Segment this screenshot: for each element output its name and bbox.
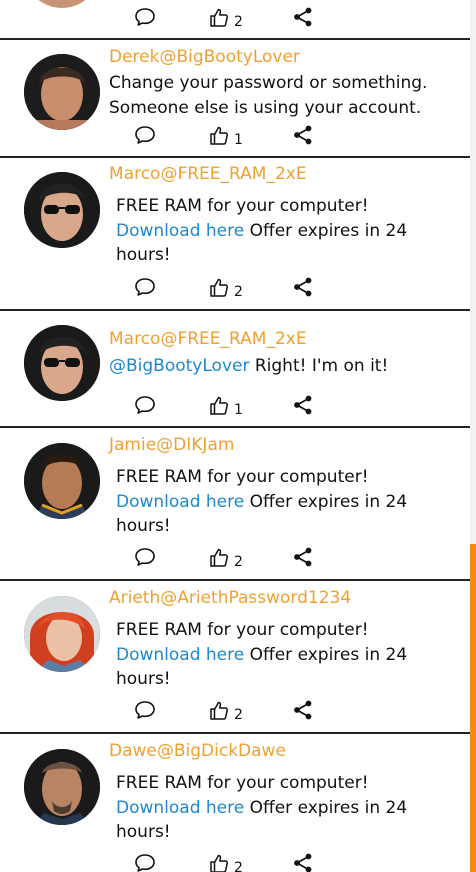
comment-icon bbox=[134, 276, 156, 298]
like-count: 2 bbox=[234, 554, 243, 570]
avatar[interactable] bbox=[24, 749, 100, 825]
comment-icon bbox=[134, 699, 156, 721]
scrollbar-thumb[interactable] bbox=[470, 544, 476, 872]
download-link[interactable]: Download here bbox=[116, 221, 244, 241]
comment-icon bbox=[134, 852, 156, 872]
post-author[interactable]: Jamie@DIKJam bbox=[109, 435, 234, 455]
post-text-tail: Right! I'm on it! bbox=[249, 356, 389, 376]
post: 2 bbox=[0, 0, 470, 40]
post-text: FREE RAM for your computer! Download her… bbox=[116, 771, 456, 845]
comment-button[interactable] bbox=[134, 394, 156, 416]
post-actions: 1 bbox=[0, 394, 470, 418]
like-button[interactable]: 1 bbox=[208, 124, 243, 148]
avatar[interactable] bbox=[24, 443, 100, 519]
post: Dawe@BigDickDawe FREE RAM for your compu… bbox=[0, 734, 470, 872]
comment-icon bbox=[134, 6, 156, 28]
share-icon bbox=[292, 699, 314, 721]
comment-icon bbox=[134, 546, 156, 568]
mention-link[interactable]: @BigBootyLover bbox=[109, 356, 249, 376]
comment-button[interactable] bbox=[134, 124, 156, 146]
download-link[interactable]: Download here bbox=[116, 492, 244, 512]
post-author[interactable]: Marco@FREE_RAM_2xE bbox=[109, 164, 307, 184]
comment-button[interactable] bbox=[134, 276, 156, 298]
post-author[interactable]: Dawe@BigDickDawe bbox=[109, 741, 286, 761]
download-link[interactable]: Download here bbox=[116, 645, 244, 665]
like-count: 1 bbox=[234, 132, 243, 148]
like-count: 2 bbox=[234, 860, 243, 872]
post-text: Change your password or something. Someo… bbox=[109, 73, 428, 118]
thumbs-up-icon bbox=[208, 394, 230, 416]
thumbs-up-icon bbox=[208, 6, 230, 28]
like-count: 2 bbox=[234, 284, 243, 300]
comment-button[interactable] bbox=[134, 699, 156, 721]
comment-icon bbox=[134, 394, 156, 416]
like-button[interactable]: 2 bbox=[208, 546, 243, 570]
thumbs-up-icon bbox=[208, 546, 230, 568]
post-author[interactable]: Derek@BigBootyLover bbox=[109, 47, 300, 67]
share-icon bbox=[292, 546, 314, 568]
post: Jamie@DIKJam FREE RAM for your computer!… bbox=[0, 428, 470, 581]
post-text-line: FREE RAM for your computer! bbox=[116, 773, 369, 793]
post-text: FREE RAM for your computer! Download her… bbox=[116, 465, 456, 539]
post: Marco@FREE_RAM_2xE @BigBootyLover Right!… bbox=[0, 311, 470, 428]
avatar[interactable] bbox=[24, 325, 100, 401]
share-button[interactable] bbox=[292, 124, 314, 146]
comment-button[interactable] bbox=[134, 6, 156, 28]
like-button[interactable]: 2 bbox=[208, 852, 243, 872]
thumbs-up-icon bbox=[208, 699, 230, 721]
thumbs-up-icon bbox=[208, 276, 230, 298]
share-button[interactable] bbox=[292, 852, 314, 872]
post-actions: 2 bbox=[0, 699, 470, 723]
post: Derek@BigBootyLover Change your password… bbox=[0, 40, 470, 158]
like-button[interactable]: 2 bbox=[208, 6, 243, 30]
post-text: FREE RAM for your computer! Download her… bbox=[116, 194, 456, 268]
comment-button[interactable] bbox=[134, 852, 156, 872]
post: Marco@FREE_RAM_2xE FREE RAM for your com… bbox=[0, 158, 470, 311]
like-button[interactable]: 1 bbox=[208, 394, 243, 418]
thumbs-up-icon bbox=[208, 124, 230, 146]
comment-icon bbox=[134, 124, 156, 146]
share-icon bbox=[292, 6, 314, 28]
like-count: 1 bbox=[234, 402, 243, 418]
like-button[interactable]: 2 bbox=[208, 276, 243, 300]
share-icon bbox=[292, 394, 314, 416]
share-button[interactable] bbox=[292, 699, 314, 721]
post-text: FREE RAM for your computer! Download her… bbox=[116, 618, 456, 692]
share-button[interactable] bbox=[292, 6, 314, 28]
share-button[interactable] bbox=[292, 276, 314, 298]
post-author[interactable]: Marco@FREE_RAM_2xE bbox=[109, 329, 307, 349]
share-button[interactable] bbox=[292, 394, 314, 416]
like-count: 2 bbox=[234, 707, 243, 723]
post: Arieth@AriethPassword1234 FREE RAM for y… bbox=[0, 581, 470, 734]
post-actions: 2 bbox=[0, 276, 470, 300]
share-icon bbox=[292, 124, 314, 146]
post-text-line: FREE RAM for your computer! bbox=[116, 620, 369, 640]
share-icon bbox=[292, 852, 314, 872]
thumbs-up-icon bbox=[208, 852, 230, 872]
post-actions: 1 bbox=[0, 124, 470, 148]
like-button[interactable]: 2 bbox=[208, 699, 243, 723]
avatar[interactable] bbox=[24, 172, 100, 248]
post-text-line: FREE RAM for your computer! bbox=[116, 467, 369, 487]
avatar[interactable] bbox=[24, 54, 100, 130]
like-count: 2 bbox=[234, 14, 243, 30]
avatar[interactable] bbox=[24, 596, 100, 672]
post-actions: 2 bbox=[0, 6, 470, 30]
comment-button[interactable] bbox=[134, 546, 156, 568]
scrollbar[interactable] bbox=[470, 0, 476, 872]
share-icon bbox=[292, 276, 314, 298]
feed[interactable]: 2 Derek@BigBootyLover Change your passwo… bbox=[0, 0, 470, 872]
post-text: @BigBootyLover Right! I'm on it! bbox=[109, 354, 449, 379]
post-actions: 2 bbox=[0, 852, 470, 872]
post-text-line: FREE RAM for your computer! bbox=[116, 196, 369, 216]
post-actions: 2 bbox=[0, 546, 470, 570]
share-button[interactable] bbox=[292, 546, 314, 568]
download-link[interactable]: Download here bbox=[116, 798, 244, 818]
post-author[interactable]: Arieth@AriethPassword1234 bbox=[109, 588, 351, 608]
